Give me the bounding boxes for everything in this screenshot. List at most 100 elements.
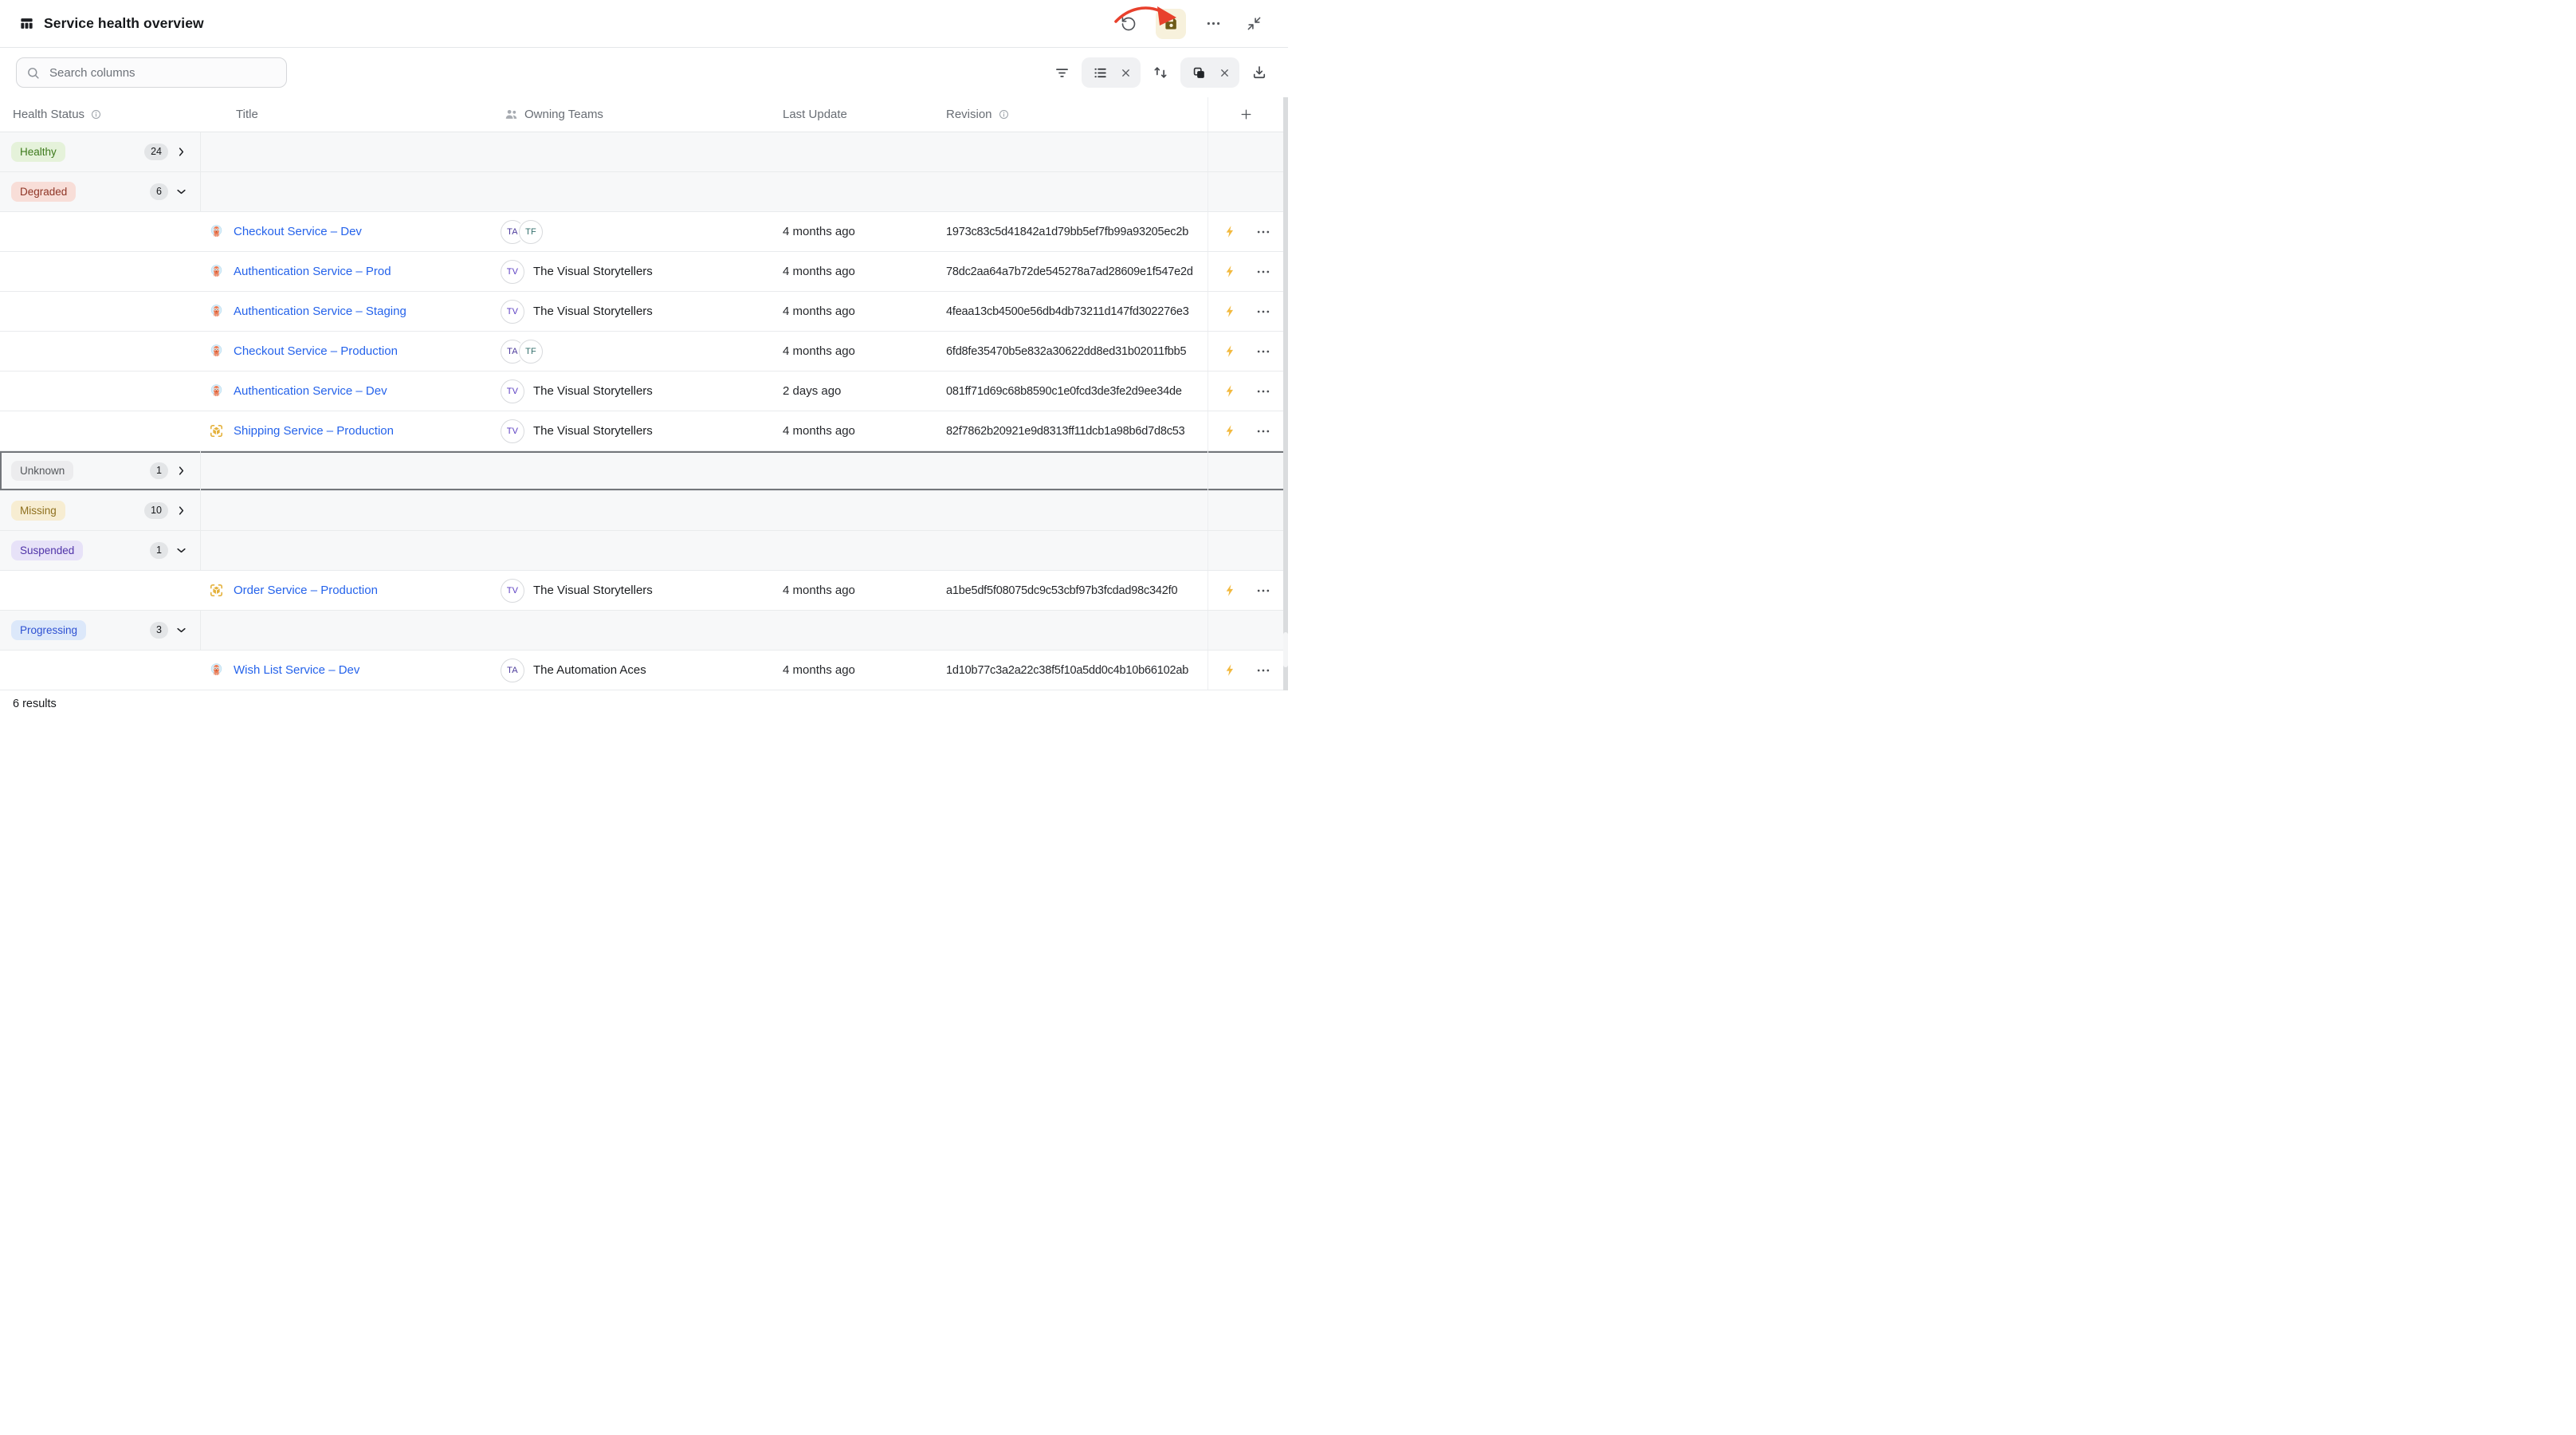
lightning-icon[interactable] (1223, 265, 1237, 278)
group-count-badge: 1 (150, 462, 168, 479)
team-avatar[interactable]: TV (501, 300, 524, 324)
filter-icon[interactable] (1052, 63, 1071, 82)
table-row: Shipping Service – Production TV The Vis… (0, 411, 1288, 451)
chevron-right-icon[interactable] (175, 465, 187, 477)
lightning-icon[interactable] (1223, 384, 1237, 398)
collapse-icon[interactable] (1240, 10, 1267, 37)
row-menu-button[interactable] (1255, 304, 1271, 320)
chevron-right-icon[interactable] (175, 505, 187, 517)
chevron-down-icon[interactable] (175, 545, 187, 556)
chevron-down-icon[interactable] (175, 186, 187, 198)
entity-title-link[interactable]: Checkout Service – Dev (234, 225, 362, 238)
team-avatar[interactable]: TV (501, 419, 524, 443)
status-badge[interactable]: Missing (11, 501, 65, 521)
status-badge[interactable]: Unknown (11, 461, 73, 482)
lightning-icon[interactable] (1223, 344, 1237, 358)
entity-title-link[interactable]: Order Service – Production (234, 584, 378, 597)
last-update: 4 months ago (783, 663, 946, 677)
entity-title-link[interactable]: Authentication Service – Prod (234, 265, 391, 278)
lightning-icon[interactable] (1223, 225, 1237, 238)
undo-icon[interactable] (1115, 10, 1142, 37)
column-header[interactable]: Health Status (13, 108, 84, 121)
revision-hash: 1973c83c5d41842a1d79bb5ef7fb99a93205ec2b (946, 226, 1208, 238)
team-avatar[interactable]: TV (501, 579, 524, 603)
more-options-icon[interactable] (1200, 10, 1227, 37)
info-icon[interactable] (90, 108, 102, 120)
group-count-badge: 24 (144, 144, 168, 160)
chevron-down-icon[interactable] (175, 624, 187, 636)
package-service-icon (209, 423, 224, 438)
view-pill (1082, 57, 1141, 88)
info-icon[interactable] (998, 108, 1010, 120)
clear-view-x-icon[interactable] (1119, 63, 1132, 82)
team-avatar[interactable]: TA (501, 659, 524, 682)
octopus-service-icon (209, 264, 224, 279)
status-badge[interactable]: Healthy (11, 142, 65, 163)
table-widget-icon (19, 16, 34, 31)
team-name: The Visual Storytellers (533, 265, 653, 278)
last-update: 4 months ago (783, 305, 946, 318)
group-by-icon[interactable] (1189, 63, 1208, 82)
vertical-scrollbar[interactable] (1283, 97, 1288, 690)
row-menu-button[interactable] (1255, 344, 1271, 360)
last-update: 4 months ago (783, 225, 946, 238)
column-header[interactable]: Last Update (783, 108, 847, 121)
table-row: Order Service – Production TV The Visual… (0, 571, 1288, 611)
toolbar (0, 48, 1288, 97)
group-count-badge: 10 (144, 502, 168, 519)
results-footer: 6 results (0, 690, 1288, 718)
group-row-missing: Missing 10 (0, 491, 1288, 531)
octopus-service-icon (209, 662, 224, 678)
row-menu-button[interactable] (1255, 264, 1271, 280)
revision-hash: 6fd8fe35470b5e832a30622dd8ed31b02011fbb5 (946, 345, 1208, 358)
entity-title-link[interactable]: Checkout Service – Production (234, 344, 398, 358)
entity-title-link[interactable]: Authentication Service – Staging (234, 305, 406, 318)
scrollbar-thumb[interactable] (1283, 632, 1288, 667)
lightning-icon[interactable] (1223, 305, 1237, 318)
download-icon[interactable] (1250, 63, 1269, 82)
team-avatar[interactable]: TF (519, 220, 543, 244)
group-count-badge: 6 (150, 183, 168, 200)
team-name: The Automation Aces (533, 663, 646, 677)
team-name: The Visual Storytellers (533, 424, 653, 438)
lightning-icon[interactable] (1223, 424, 1237, 438)
sort-icon[interactable] (1151, 63, 1170, 82)
add-column-button[interactable] (1208, 97, 1283, 132)
team-name: The Visual Storytellers (533, 305, 653, 318)
status-badge[interactable]: Suspended (11, 541, 83, 561)
status-badge[interactable]: Degraded (11, 182, 76, 202)
search-box[interactable] (16, 57, 287, 88)
row-menu-button[interactable] (1255, 423, 1271, 439)
column-header[interactable]: Revision (946, 108, 992, 121)
team-avatar[interactable]: TF (519, 340, 543, 364)
clear-group-x-icon[interactable] (1218, 63, 1231, 82)
entity-title-link[interactable]: Shipping Service – Production (234, 424, 394, 438)
revision-hash: a1be5df5f08075dc9c53cbf97b3fcdad98c342f0 (946, 584, 1208, 597)
list-view-icon[interactable] (1090, 63, 1109, 82)
lightning-icon[interactable] (1223, 584, 1237, 597)
top-bar: Service health overview (0, 0, 1288, 48)
last-update: 4 months ago (783, 344, 946, 358)
team-name: The Visual Storytellers (533, 584, 653, 597)
group-row-degraded: Degraded 6 (0, 172, 1288, 212)
row-menu-button[interactable] (1255, 383, 1271, 399)
row-menu-button[interactable] (1255, 662, 1271, 678)
lightning-icon[interactable] (1223, 663, 1237, 677)
chevron-right-icon[interactable] (175, 146, 187, 158)
table-row: Authentication Service – Staging TV The … (0, 292, 1288, 332)
entity-title-link[interactable]: Authentication Service – Dev (234, 384, 387, 398)
status-badge[interactable]: Progressing (11, 620, 86, 641)
search-input[interactable] (48, 65, 277, 81)
row-menu-button[interactable] (1255, 224, 1271, 240)
entity-title-link[interactable]: Wish List Service – Dev (234, 663, 359, 677)
team-avatar[interactable]: TV (501, 260, 524, 284)
row-menu-button[interactable] (1255, 583, 1271, 599)
group-row-unknown: Unknown 1 (0, 451, 1288, 491)
team-avatar[interactable]: TV (501, 379, 524, 403)
group-row-healthy: Healthy 24 (0, 132, 1288, 172)
revision-hash: 1d10b77c3a2a22c38f5f10a5dd0c4b10b66102ab (946, 664, 1208, 677)
save-icon[interactable] (1156, 9, 1186, 39)
column-header[interactable]: Title (236, 108, 258, 121)
column-header[interactable]: Owning Teams (524, 108, 603, 121)
revision-hash: 081ff71d69c68b8590c1e0fcd3de3fe2d9ee34de (946, 385, 1208, 398)
